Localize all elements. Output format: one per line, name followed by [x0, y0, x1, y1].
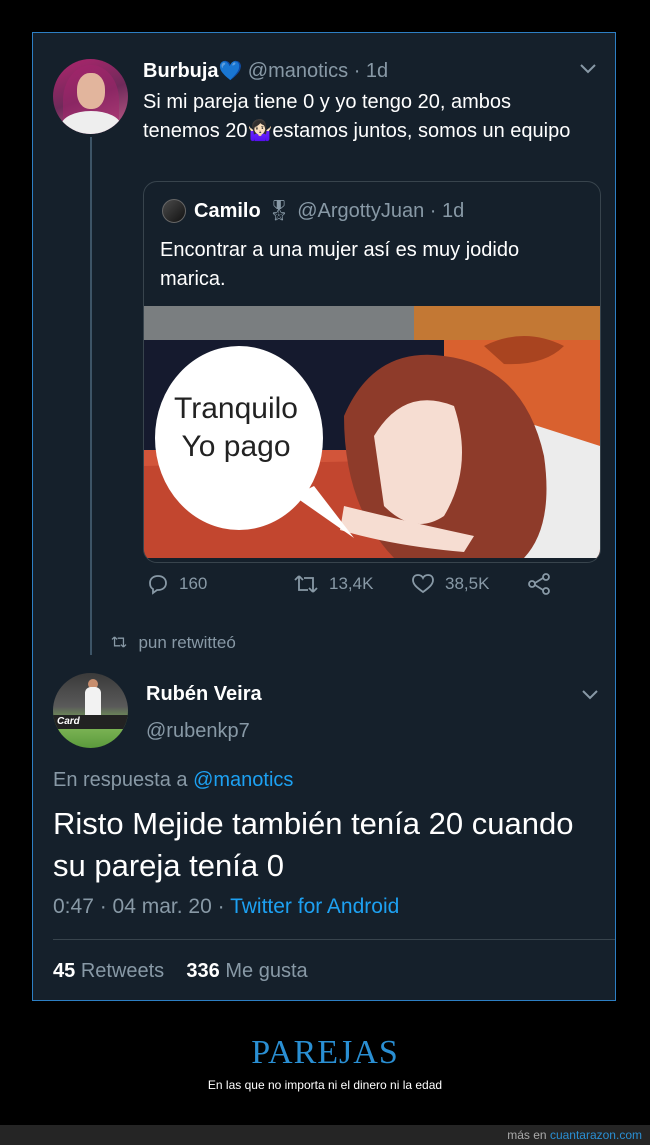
retweeted-by[interactable]: pun retwitteó	[109, 633, 236, 653]
tweet-time[interactable]: · 1d	[354, 60, 388, 82]
avatar-board-text: Card	[57, 716, 80, 727]
meme-text-line2: Yo pago	[181, 430, 290, 463]
avatar[interactable]	[53, 59, 128, 134]
tweet-actions: 160 13,4K 38,5K	[143, 573, 603, 601]
footer-text: más en cuantarazon.com	[507, 1128, 642, 1142]
meme-image[interactable]: Tranquilo Yo pago	[144, 306, 600, 558]
like-count: 38,5K	[445, 574, 490, 593]
thread-line	[90, 137, 92, 655]
tweet-text: Si mi pareja tiene 0 y yo tengo 20, ambo…	[143, 91, 571, 142]
quote-avatar[interactable]	[162, 199, 186, 223]
heart-icon	[412, 574, 434, 594]
page-subtitle: En las que no importa ni el dinero ni la…	[207, 1078, 443, 1092]
retweeted-by-label: pun retwitteó	[138, 633, 236, 652]
share-icon	[528, 573, 550, 595]
quote-time: · 1d	[429, 200, 465, 222]
chevron-down-icon[interactable]	[579, 59, 597, 80]
quote-text: Encontrar a una mujer así es muy jodido …	[160, 239, 520, 290]
quoted-tweet[interactable]: Camilo 🎖 @ArgottyJuan · 1d Encontrar a u…	[143, 181, 601, 563]
tweet-source[interactable]: Twitter for Android	[230, 895, 399, 918]
reply-context: En respuesta a @manotics	[53, 769, 293, 792]
tweet-screenshot: Burbuja💙 @manotics · 1d Si mi pareja tie…	[32, 32, 616, 1001]
like-button[interactable]: 38,5K	[411, 573, 489, 595]
author-handle[interactable]: @manotics	[248, 60, 348, 82]
avatar[interactable]: Card	[53, 673, 128, 748]
tweet-timestamp[interactable]: 0:47 · 04 mar. 20 ·	[53, 895, 225, 918]
footer-prefix: más en	[507, 1128, 547, 1142]
reply-button[interactable]: 160	[147, 573, 207, 595]
quote-header: Camilo 🎖 @ArgottyJuan · 1d	[194, 198, 464, 223]
footer-bar: más en cuantarazon.com	[0, 1125, 650, 1145]
medal-icon: 🎖	[266, 200, 292, 222]
tweet-stats: 45 Retweets 336 Me gusta	[53, 960, 308, 983]
tweet-header: Burbuja💙 @manotics · 1d	[143, 59, 388, 83]
quote-author-handle: @ArgottyJuan	[297, 200, 425, 222]
retweets-stat[interactable]: 45 Retweets	[53, 960, 164, 982]
chevron-down-icon[interactable]	[581, 685, 599, 706]
share-button[interactable]	[527, 573, 551, 595]
page-title: PAREJAS	[251, 1034, 399, 1071]
retweet-icon	[294, 575, 318, 593]
reply-count: 160	[179, 574, 208, 593]
reply-icon	[149, 575, 167, 595]
footer-site-link[interactable]: cuantarazon.com	[550, 1128, 642, 1142]
quote-author-name: Camilo	[194, 200, 261, 222]
retweet-small-icon	[111, 636, 127, 648]
reply-to-label: En respuesta a	[53, 769, 188, 791]
meme-text-line1: Tranquilo	[174, 392, 298, 425]
tweet-text: Risto Mejide también tenía 20 cuando su …	[53, 806, 574, 883]
tweet-meta: 0:47 · 04 mar. 20 · Twitter for Android	[53, 895, 399, 919]
reply-to-handle[interactable]: @manotics	[193, 769, 293, 791]
retweet-button[interactable]: 13,4K	[293, 573, 373, 595]
author-name[interactable]: Burbuja	[143, 60, 219, 82]
author-name[interactable]: Rubén Veira	[146, 683, 262, 706]
blue-heart-icon: 💙	[218, 61, 243, 82]
likes-stat[interactable]: 336 Me gusta	[186, 960, 307, 982]
retweet-count: 13,4K	[329, 574, 374, 593]
divider	[53, 939, 615, 940]
author-handle[interactable]: @rubenkp7	[146, 720, 250, 743]
